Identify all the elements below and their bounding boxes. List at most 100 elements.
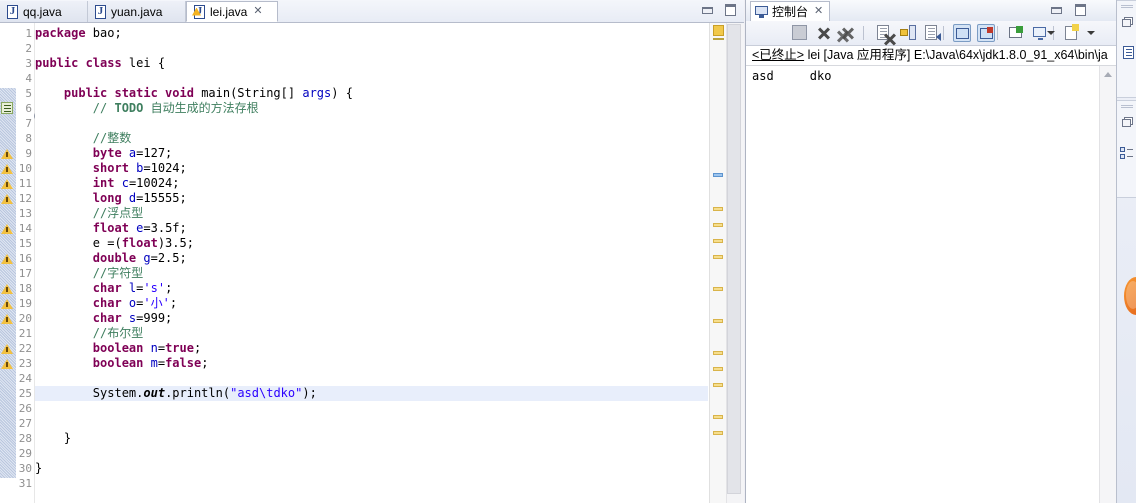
console-maximize-button[interactable]: [1073, 3, 1088, 17]
close-icon[interactable]: ✕: [814, 6, 823, 17]
code-token: }: [35, 431, 72, 445]
overview-warning-marker[interactable]: [713, 351, 723, 355]
overview-warning-marker[interactable]: [713, 255, 723, 259]
console-minimize-button[interactable]: [1049, 3, 1064, 17]
warning-marker-icon[interactable]: [1, 148, 13, 159]
code-line[interactable]: public static void main(String[] args) {: [35, 86, 353, 101]
console-output-text[interactable]: asd dko: [752, 68, 1082, 84]
code-token: c: [121, 176, 129, 190]
overview-warning-marker[interactable]: [713, 287, 723, 291]
clear-console-button[interactable]: [875, 24, 893, 42]
code-line[interactable]: char o='小';: [35, 296, 177, 311]
line-number: 15: [18, 237, 32, 250]
overview-warning-summary-icon[interactable]: [713, 25, 724, 36]
warning-marker-icon[interactable]: [1, 193, 13, 204]
code-line[interactable]: // TODO 自动生成的方法存根: [35, 101, 259, 116]
overview-selection-marker[interactable]: [713, 173, 723, 177]
outline-view-icon[interactable]: [1120, 145, 1135, 160]
remove-all-terminated-button[interactable]: [839, 24, 857, 42]
code-token: main(String[]: [201, 86, 303, 100]
console-vertical-scrollbar[interactable]: [1099, 66, 1116, 503]
scroll-lock-button[interactable]: [899, 24, 917, 42]
overview-warning-marker[interactable]: [713, 319, 723, 323]
tab-console[interactable]: 控制台 ✕: [750, 1, 831, 21]
code-line[interactable]: }: [35, 461, 42, 476]
chevron-down-icon[interactable]: [1047, 31, 1055, 35]
warning-marker-icon[interactable]: [1, 358, 13, 369]
code-line[interactable]: e =(float)3.5;: [35, 236, 194, 251]
code-editor-text[interactable]: package bao; public class lei { public st…: [35, 23, 708, 503]
remove-launch-button[interactable]: [815, 24, 833, 42]
warning-marker-icon[interactable]: [1, 163, 13, 174]
overview-warning-marker[interactable]: [713, 383, 723, 387]
show-console-on-output-button[interactable]: [953, 24, 971, 42]
overview-warning-marker[interactable]: [713, 223, 723, 227]
overview-warning-marker[interactable]: [713, 415, 723, 419]
warning-marker-icon[interactable]: [1, 178, 13, 189]
editor-tab-yuan-java[interactable]: Jyuan.java: [88, 1, 186, 22]
open-console-button[interactable]: [1063, 24, 1081, 42]
code-line[interactable]: int c=10024;: [35, 176, 180, 191]
code-token: );: [302, 386, 317, 400]
code-token: =1024;: [143, 161, 187, 175]
code-line[interactable]: long d=15555;: [35, 191, 187, 206]
code-line[interactable]: float e=3.5f;: [35, 221, 187, 236]
line-number: 25: [18, 387, 32, 400]
close-icon[interactable]: ✕: [253, 6, 262, 17]
marker-column[interactable]: [0, 23, 16, 503]
pin-console-button[interactable]: [1007, 24, 1025, 42]
word-wrap-button[interactable]: [923, 24, 941, 42]
overview-warning-marker[interactable]: [713, 367, 723, 371]
code-token: =999;: [136, 311, 173, 325]
code-line[interactable]: System.out.println("asd\tdko");: [35, 386, 708, 401]
code-line[interactable]: public class lei {: [35, 56, 165, 71]
warning-marker-icon[interactable]: [1, 313, 13, 324]
code-line[interactable]: boolean n=true;: [35, 341, 201, 356]
code-line[interactable]: //整数: [35, 131, 131, 146]
code-line[interactable]: }: [35, 431, 71, 446]
code-token: int: [92, 176, 122, 190]
show-console-on-error-button[interactable]: [977, 24, 995, 42]
overview-ruler[interactable]: [709, 23, 726, 503]
warning-marker-icon[interactable]: [1, 283, 13, 294]
editor-tab-lei-java[interactable]: Jlei.java ✕: [186, 1, 278, 22]
warning-marker-icon[interactable]: [1, 223, 13, 234]
code-line[interactable]: char l='s';: [35, 281, 173, 296]
overview-warning-marker[interactable]: [713, 431, 723, 435]
chevron-down-icon[interactable]: [1087, 31, 1095, 35]
code-line[interactable]: char s=999;: [35, 311, 172, 326]
warning-marker-icon[interactable]: [1, 298, 13, 309]
console-body: <已终止> lei [Java 应用程序] E:\Java\64x\jdk1.8…: [746, 46, 1116, 503]
quick-fix-icon[interactable]: [1, 102, 13, 114]
fast-view-drag-handle[interactable]: [1121, 5, 1133, 9]
scroll-up-arrow-icon[interactable]: [1104, 72, 1112, 77]
code-line[interactable]: //浮点型: [35, 206, 143, 221]
maximize-button[interactable]: [723, 3, 738, 17]
warning-marker-icon[interactable]: [1, 343, 13, 354]
restore-view-icon[interactable]: [1120, 15, 1135, 30]
code-line[interactable]: package bao;: [35, 26, 122, 41]
code-line[interactable]: byte a=127;: [35, 146, 172, 161]
code-line[interactable]: short b=1024;: [35, 161, 187, 176]
editor-scrollbar-thumb[interactable]: [727, 24, 741, 494]
overview-warning-marker[interactable]: [713, 207, 723, 211]
javadoc-view-icon[interactable]: [1120, 45, 1135, 60]
fast-view-bar: [1116, 0, 1136, 503]
code-line[interactable]: double g=2.5;: [35, 251, 187, 266]
restore-view-icon[interactable]: [1120, 115, 1135, 130]
minimize-button[interactable]: [700, 3, 715, 17]
code-token: ;: [193, 341, 202, 355]
fast-view-drag-handle[interactable]: [1121, 105, 1133, 109]
java-file-icon: J: [94, 4, 107, 19]
code-token: out: [143, 386, 166, 400]
code-line[interactable]: //布尔型: [35, 326, 143, 341]
console-launch-header: <已终止> lei [Java 应用程序] E:\Java\64x\jdk1.8…: [752, 47, 1112, 64]
overview-warning-marker[interactable]: [713, 239, 723, 243]
terminate-button[interactable]: [791, 24, 809, 42]
editor-tab-qq-java[interactable]: Jqq.java: [0, 1, 88, 22]
warning-marker-icon[interactable]: [1, 253, 13, 264]
code-line[interactable]: boolean m=false;: [35, 356, 209, 371]
code-line[interactable]: //字符型: [35, 266, 143, 281]
